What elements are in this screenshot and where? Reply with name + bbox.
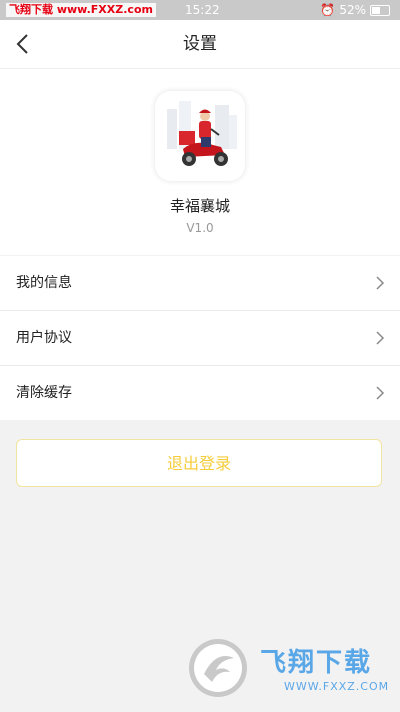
menu-item-label: 用户协议 [16,330,72,346]
watermark-text: 飞翔下载 www.FXXZ.com [6,3,156,17]
status-time: 15:22 [185,3,220,17]
status-right: ⏰ 52% [320,3,390,17]
menu-item-label: 清除缓存 [16,385,72,401]
app-name: 幸福襄城 [169,197,230,215]
battery-icon [370,4,390,16]
navbar: 设置 [0,20,400,68]
menu-item-label: 我的信息 [16,275,72,291]
watermark-emblem-icon [189,639,247,697]
alarm-icon: ⏰ [320,3,336,17]
watermark-url: WWW.FXXZ.COM [284,680,390,693]
status-bar: 飞翔下载 www.FXXZ.com 15:22 ⏰ 52% [0,0,400,20]
watermark-logo: 飞翔下载 WWW.FXXZ.COM [186,636,392,700]
page-title: 设置 [183,34,217,54]
menu-item-my-info[interactable]: 我的信息 [0,256,400,311]
menu-item-user-agreement[interactable]: 用户协议 [0,311,400,366]
chevron-right-icon [376,331,385,345]
app-version: V1.0 [186,221,214,235]
app-info: 幸福襄城 V1.0 [0,68,400,255]
app-logo-icon [155,91,245,181]
logout-button[interactable]: 退出登录 [16,439,382,487]
watermark-title: 飞翔下载 [260,648,373,678]
menu-item-clear-cache[interactable]: 清除缓存 [0,366,400,420]
chevron-right-icon [376,276,385,290]
back-arrow-icon[interactable] [10,30,38,58]
settings-menu: 我的信息 用户协议 清除缓存 [0,256,400,420]
battery-percent: 52% [339,3,366,17]
chevron-right-icon [376,386,385,400]
